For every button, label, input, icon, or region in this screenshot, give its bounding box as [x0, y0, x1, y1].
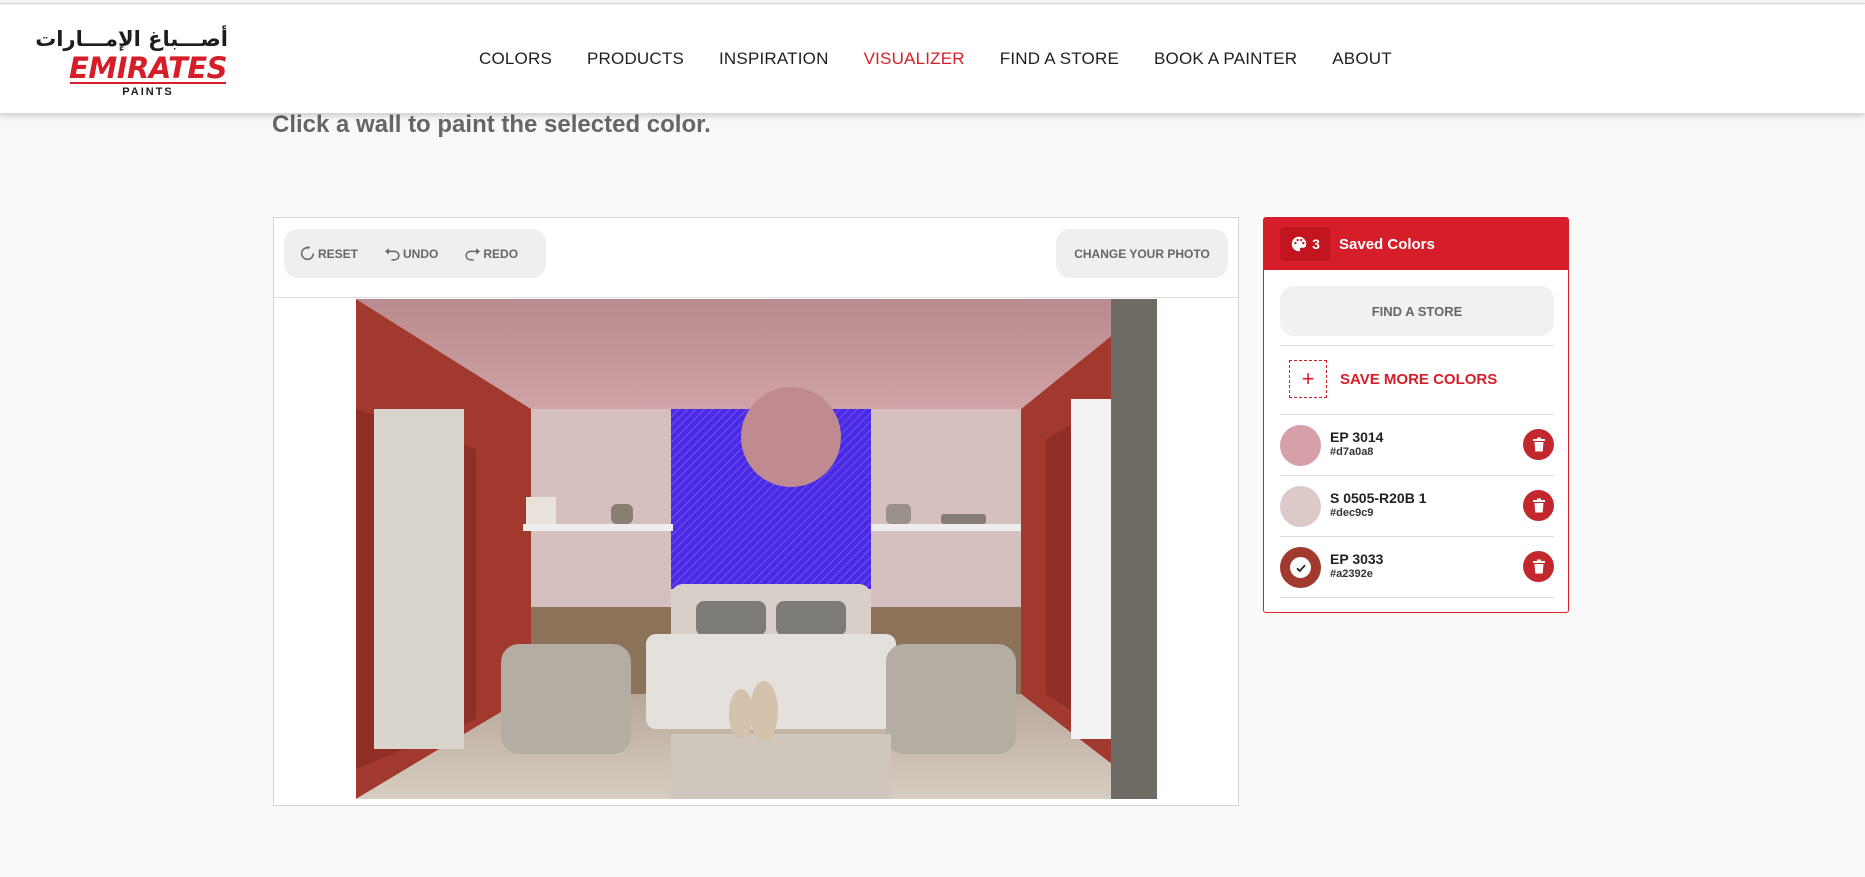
nav-products[interactable]: PRODUCTS — [587, 49, 684, 69]
color-swatch[interactable] — [1280, 547, 1321, 588]
saved-color-item[interactable]: EP 3014 #d7a0a8 — [1280, 415, 1554, 475]
logo-arabic-text: أصـــباغ الإمـــارات — [35, 27, 228, 51]
armchair-left — [501, 644, 631, 754]
trash-icon — [1532, 498, 1545, 513]
nav-visualizer[interactable]: VISUALIZER — [864, 49, 965, 69]
color-name: EP 3014 — [1330, 429, 1384, 445]
room-photo-canvas[interactable] — [356, 299, 1157, 799]
save-more-colors-button[interactable]: + SAVE MORE COLORS — [1289, 360, 1497, 398]
reset-icon — [300, 245, 315, 261]
saved-colors-panel: 3 Saved Colors FIND A STORE + SAVE MORE … — [1263, 217, 1569, 613]
top-border — [0, 0, 1865, 4]
divider — [1280, 597, 1554, 598]
site-header: أصـــباغ الإمـــارات EMIRATES PAINTS COL… — [0, 5, 1865, 113]
logo-underline — [70, 82, 226, 84]
color-hex: #a2392e — [1330, 568, 1373, 580]
undo-button[interactable]: UNDO — [384, 245, 438, 262]
coffee-table — [671, 734, 891, 799]
color-swatch[interactable] — [1280, 425, 1321, 466]
saved-count: 3 — [1312, 236, 1320, 252]
visualizer-panel: RESET UNDO REDO CHANGE YOUR PHOTO — [273, 217, 1239, 806]
color-name: EP 3033 — [1330, 551, 1384, 567]
reset-button[interactable]: RESET — [299, 245, 358, 262]
armchair-right — [886, 644, 1016, 754]
delete-color-button[interactable] — [1523, 490, 1554, 521]
undo-label: UNDO — [403, 246, 439, 261]
main-nav: COLORS PRODUCTS INSPIRATION VISUALIZER F… — [479, 49, 1392, 69]
saved-colors-header: 3 Saved Colors — [1264, 218, 1568, 270]
redo-button[interactable]: REDO — [464, 245, 518, 262]
divider — [1280, 345, 1554, 346]
color-name: S 0505-R20B 1 — [1330, 490, 1427, 506]
wall-decor-circle — [741, 387, 841, 487]
saved-color-item[interactable]: S 0505-R20B 1 #dec9c9 — [1280, 476, 1554, 536]
logo-wordmark: EMIRATES — [69, 51, 227, 85]
history-controls: RESET UNDO REDO — [284, 229, 546, 278]
save-more-label: SAVE MORE COLORS — [1340, 370, 1498, 388]
instruction-text: Click a wall to paint the selected color… — [272, 111, 711, 138]
saved-count-badge: 3 — [1280, 227, 1330, 261]
nav-inspiration[interactable]: INSPIRATION — [719, 49, 829, 69]
trash-icon — [1532, 437, 1545, 452]
redo-icon — [465, 248, 481, 261]
logo-subtitle: PAINTS — [122, 86, 174, 98]
nav-book-a-painter[interactable]: BOOK A PAINTER — [1154, 49, 1297, 69]
redo-label: REDO — [483, 246, 519, 261]
bedroom-scene — [356, 299, 1157, 799]
color-hex: #dec9c9 — [1330, 507, 1374, 519]
delete-color-button[interactable] — [1523, 429, 1554, 460]
find-a-store-button[interactable]: FIND A STORE — [1280, 286, 1554, 336]
reset-label: RESET — [318, 246, 359, 261]
nav-colors[interactable]: COLORS — [479, 49, 552, 69]
undo-icon — [385, 248, 400, 261]
nav-find-a-store[interactable]: FIND A STORE — [1000, 49, 1119, 69]
emirates-paints-logo[interactable]: أصـــباغ الإمـــارات EMIRATES PAINTS — [35, 27, 232, 99]
visualizer-toolbar: RESET UNDO REDO CHANGE YOUR PHOTO — [274, 218, 1238, 298]
color-swatch[interactable] — [1280, 486, 1321, 527]
trash-icon — [1532, 559, 1545, 574]
checkmark-icon — [1290, 557, 1311, 578]
change-photo-button[interactable]: CHANGE YOUR PHOTO — [1056, 229, 1228, 278]
plus-icon: + — [1289, 360, 1327, 398]
saved-colors-title: Saved Colors — [1339, 235, 1435, 253]
color-hex: #d7a0a8 — [1330, 446, 1374, 458]
palette-icon — [1291, 236, 1307, 252]
delete-color-button[interactable] — [1523, 551, 1554, 582]
saved-color-item-selected[interactable]: EP 3033 #a2392e — [1280, 537, 1554, 597]
nav-about[interactable]: ABOUT — [1332, 49, 1392, 69]
